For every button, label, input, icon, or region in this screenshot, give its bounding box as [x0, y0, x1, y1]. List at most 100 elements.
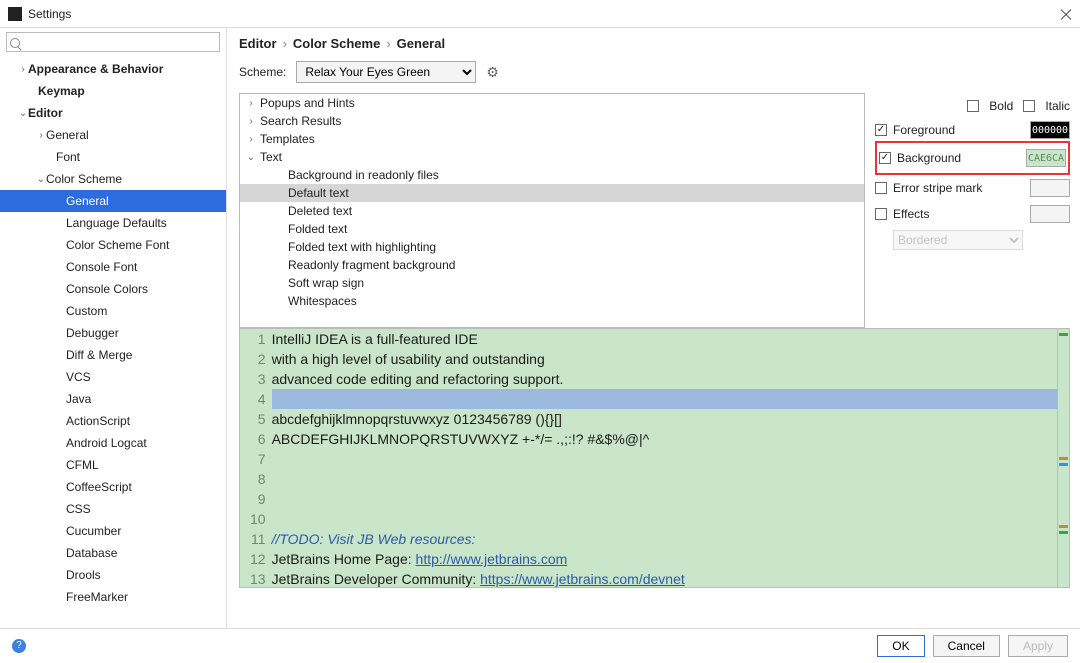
tree-item[interactable]: Console Font [0, 256, 226, 278]
code-line: JetBrains Home Page: http://www.jetbrain… [272, 549, 1069, 569]
expand-icon[interactable]: › [18, 64, 28, 75]
tree-item[interactable]: VCS [0, 366, 226, 388]
tree-item[interactable]: Custom [0, 300, 226, 322]
code-line [272, 449, 1069, 469]
expand-icon[interactable]: ⌄ [36, 174, 46, 185]
link[interactable]: https://www.jetbrains.com/devnet [480, 571, 685, 587]
attribute-item[interactable]: Readonly fragment background [240, 256, 864, 274]
tree-item-label: Database [66, 546, 117, 560]
stripe-mark[interactable] [1059, 457, 1068, 460]
chevron-right-icon: › [283, 36, 287, 51]
tree-item[interactable]: ActionScript [0, 410, 226, 432]
tree-item[interactable]: Android Logcat [0, 432, 226, 454]
attribute-item[interactable]: ›Search Results [240, 112, 864, 130]
attribute-item[interactable]: Background in readonly files [240, 166, 864, 184]
stripe-mark[interactable] [1059, 531, 1068, 534]
code-line [272, 489, 1069, 509]
tree-item[interactable]: FreeMarker [0, 586, 226, 608]
attribute-item[interactable]: Folded text with highlighting [240, 238, 864, 256]
tree-item[interactable]: Database [0, 542, 226, 564]
settings-tree[interactable]: ›Appearance & BehaviorKeymap⌄Editor›Gene… [0, 56, 226, 628]
tree-item-label: Cucumber [66, 524, 121, 538]
tree-item[interactable]: Font [0, 146, 226, 168]
tree-item[interactable]: Language Defaults [0, 212, 226, 234]
attribute-item[interactable]: Folded text [240, 220, 864, 238]
tree-item[interactable]: Keymap [0, 80, 226, 102]
breadcrumb-item[interactable]: Color Scheme [293, 36, 380, 51]
tree-item[interactable]: Console Colors [0, 278, 226, 300]
stripe-swatch[interactable] [1030, 179, 1070, 197]
tree-item-label: Language Defaults [66, 216, 167, 230]
attribute-item[interactable]: ⌄Text [240, 148, 864, 166]
properties-panel: Bold Italic Foreground 000000 Background… [875, 93, 1070, 328]
attribute-label: Popups and Hints [260, 96, 355, 110]
apply-button[interactable]: Apply [1008, 635, 1068, 657]
breadcrumb-item[interactable]: Editor [239, 36, 277, 51]
error-stripe[interactable] [1057, 329, 1069, 587]
stripe-mark[interactable] [1059, 525, 1068, 528]
tree-item[interactable]: ⌄Editor [0, 102, 226, 124]
tree-item[interactable]: Diff & Merge [0, 344, 226, 366]
attribute-item[interactable]: Soft wrap sign [240, 274, 864, 292]
expand-icon[interactable]: › [36, 130, 46, 141]
attribute-item[interactable]: › Popups and Hints [240, 94, 864, 112]
effects-checkbox[interactable] [875, 208, 887, 220]
code-preview[interactable]: IntelliJ IDEA is a full-featured IDEwith… [272, 329, 1069, 588]
tree-item[interactable]: Color Scheme Font [0, 234, 226, 256]
cancel-button[interactable]: Cancel [933, 635, 1000, 657]
bold-checkbox[interactable] [967, 100, 979, 112]
code-line: advanced code editing and refactoring su… [272, 369, 1069, 389]
tree-item[interactable]: Java [0, 388, 226, 410]
italic-label: Italic [1045, 99, 1070, 113]
attribute-tree[interactable]: › Popups and Hints ›Search Results›Templat… [239, 93, 865, 328]
attribute-item[interactable]: Default text [240, 184, 864, 202]
background-checkbox[interactable] [879, 152, 891, 164]
tree-item-label: Drools [66, 568, 101, 582]
effects-swatch[interactable] [1030, 205, 1070, 223]
tree-item[interactable]: CoffeeScript [0, 476, 226, 498]
stripe-mark[interactable] [1059, 463, 1068, 466]
attribute-item[interactable]: ›Templates [240, 130, 864, 148]
tree-item[interactable]: Drools [0, 564, 226, 586]
expand-icon[interactable]: ⌄ [246, 152, 256, 163]
expand-icon[interactable]: ⌄ [18, 108, 28, 119]
tree-item[interactable]: Cucumber [0, 520, 226, 542]
code-line [272, 509, 1069, 529]
attribute-label: Folded text [288, 222, 347, 236]
foreground-swatch[interactable]: 000000 [1030, 121, 1070, 139]
highlighted-property: Background CAE6CA [875, 141, 1070, 175]
preview-pane: 12345678910111213 IntelliJ IDEA is a ful… [239, 328, 1070, 588]
tree-item[interactable]: CFML [0, 454, 226, 476]
foreground-checkbox[interactable] [875, 124, 887, 136]
tree-item-label: Console Font [66, 260, 137, 274]
expand-icon[interactable]: › [246, 134, 256, 145]
attribute-label: Whitespaces [288, 294, 357, 308]
expand-icon[interactable]: › [246, 98, 256, 109]
attribute-label: Soft wrap sign [288, 276, 364, 290]
gear-icon[interactable]: ⚙ [486, 64, 500, 78]
ok-button[interactable]: OK [877, 635, 924, 657]
attribute-item[interactable]: Whitespaces [240, 292, 864, 310]
search-input[interactable] [6, 32, 220, 52]
tree-item[interactable]: ⌄Color Scheme [0, 168, 226, 190]
breadcrumb: Editor › Color Scheme › General [239, 36, 1070, 61]
bold-label: Bold [989, 99, 1013, 113]
close-icon[interactable] [1060, 8, 1072, 20]
background-swatch[interactable]: CAE6CA [1026, 149, 1066, 167]
tree-item[interactable]: ›General [0, 124, 226, 146]
tree-item[interactable]: ›Appearance & Behavior [0, 58, 226, 80]
tree-item[interactable]: Debugger [0, 322, 226, 344]
tree-item[interactable]: CSS [0, 498, 226, 520]
code-line: ABCDEFGHIJKLMNOPQRSTUVWXYZ +-*/= .,;:!? … [272, 429, 1069, 449]
tree-item[interactable]: General [0, 190, 226, 212]
stripe-checkbox[interactable] [875, 182, 887, 194]
tree-item-label: Appearance & Behavior [28, 62, 163, 76]
scheme-select[interactable]: Relax Your Eyes Green [296, 61, 476, 83]
attribute-item[interactable]: Deleted text [240, 202, 864, 220]
expand-icon[interactable]: › [246, 116, 256, 127]
help-icon[interactable]: ? [12, 639, 26, 653]
italic-checkbox[interactable] [1023, 100, 1035, 112]
stripe-mark[interactable] [1059, 333, 1068, 336]
link[interactable]: http://www.jetbrains.com [416, 551, 568, 567]
sidebar: ›Appearance & BehaviorKeymap⌄Editor›Gene… [0, 28, 227, 628]
